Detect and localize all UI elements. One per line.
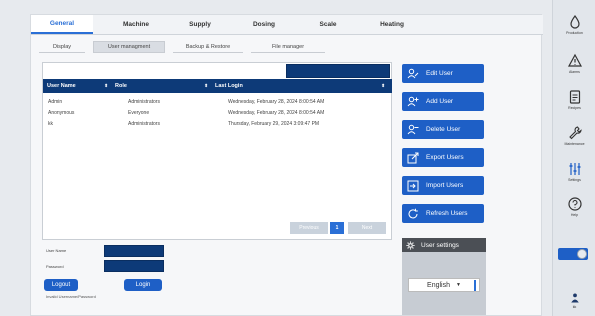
table-pager: Previous 1 Next (290, 222, 386, 234)
add-user-label: Add User (426, 98, 454, 105)
header-role[interactable]: Role ⬍ (115, 79, 215, 93)
sidebar-item-maintenance[interactable]: Maintenance (553, 125, 595, 146)
subtab-user-management[interactable]: User managment (93, 41, 165, 53)
export-users-label: Export Users (426, 154, 464, 161)
tab-general[interactable]: General (31, 15, 93, 34)
refresh-icon (406, 207, 420, 220)
user-settings-panel: User settings English ▼ (402, 238, 486, 315)
password-input[interactable] (104, 260, 164, 272)
cell-last-login: Wednesday, February 28, 2024 8:00:54 AM (228, 109, 325, 116)
cell-last-login: Thursday, February 29, 2024 3:09:47 PM (228, 120, 320, 127)
warning-icon (567, 53, 582, 67)
language-value: English (427, 281, 450, 289)
table-header: User Name ⬍ Role ⬍ Last Login ⬍ (43, 79, 392, 93)
language-select[interactable]: English ▼ (408, 278, 480, 292)
table-row[interactable]: Admin Administrators Wednesday, February… (43, 96, 392, 107)
export-icon (406, 151, 420, 164)
subtab-file-manager[interactable]: File manager (251, 41, 325, 53)
add-user-button[interactable]: Add User (402, 92, 484, 111)
cell-user: Anonymous (48, 109, 75, 116)
sidebar-item-settings[interactable]: Settings (553, 161, 595, 182)
help-icon (567, 197, 582, 211)
sub-tab-bar: Display User managment Backup & Restore … (39, 41, 333, 53)
toggle-knob (577, 249, 587, 259)
select-indicator (474, 280, 476, 291)
sidebar-label: Recipes (568, 106, 581, 110)
tab-machine[interactable]: Machine (105, 15, 167, 34)
page-number-button[interactable]: 1 (330, 222, 344, 234)
refresh-users-label: Refresh Users (426, 210, 468, 217)
main-tab-bar: General Machine Supply Dosing Scale Heat… (31, 15, 543, 35)
sidebar-label: Help (570, 213, 579, 217)
delete-user-button[interactable]: Delete User (402, 120, 484, 139)
cell-role: Administrators (128, 98, 160, 105)
edit-user-icon (406, 67, 420, 80)
tab-dosing[interactable]: Dosing (233, 15, 295, 34)
sort-icon: ⬍ (381, 83, 385, 88)
user-settings-title: User settings (421, 241, 459, 249)
sidebar-label: kk (572, 305, 577, 309)
cell-user: kk (48, 120, 53, 127)
delete-user-icon (406, 123, 420, 136)
user-settings-header: User settings (402, 238, 486, 252)
gear-icon (406, 240, 415, 250)
table-body: Admin Administrators Wednesday, February… (43, 96, 392, 129)
header-last-login[interactable]: Last Login ⬍ (215, 79, 392, 93)
cell-user: Admin (48, 98, 63, 105)
subtab-display[interactable]: Display (39, 41, 85, 53)
next-page-button[interactable]: Next (348, 222, 386, 234)
user-actions: Edit User Add User Delete User Export Us… (402, 64, 484, 232)
edit-user-label: Edit User (426, 70, 453, 77)
sidebar-label: Settings (568, 178, 581, 182)
sort-icon: ⬍ (204, 83, 208, 88)
sliders-icon (569, 163, 580, 175)
chevron-down-icon: ▼ (456, 282, 461, 288)
sidebar-item-production[interactable]: Production (553, 14, 595, 35)
user-name-label: User Name (46, 248, 67, 253)
sidebar-item-user[interactable]: kk (553, 292, 595, 309)
delete-user-label: Delete User (426, 126, 461, 133)
sidebar-item-alarms[interactable]: Alarms (553, 53, 595, 74)
user-icon (570, 293, 579, 303)
tab-supply[interactable]: Supply (169, 15, 231, 34)
sidebar-label: Maintenance (564, 142, 585, 146)
tab-scale[interactable]: Scale (297, 15, 359, 34)
import-users-label: Import Users (426, 182, 464, 189)
table-row[interactable]: kk Administrators Thursday, February 29,… (43, 118, 392, 129)
cell-last-login: Wednesday, February 28, 2024 8:00:54 AM (228, 98, 325, 105)
login-button[interactable]: Login (124, 279, 162, 291)
import-icon (406, 179, 420, 192)
add-user-icon (406, 95, 420, 108)
sidebar-item-help[interactable]: Help (553, 196, 595, 217)
login-error-text: Invalid Username/Password (46, 294, 96, 299)
previous-page-button[interactable]: Previous (290, 222, 328, 234)
refresh-users-button[interactable]: Refresh Users (402, 204, 484, 223)
header-user-name[interactable]: User Name ⬍ (43, 79, 115, 93)
drop-icon (569, 14, 580, 29)
sidebar-item-recipes[interactable]: Recipes (553, 89, 595, 110)
cell-role: Administrators (128, 120, 160, 127)
cell-role: Everyone (128, 109, 150, 116)
sidebar-label: Production (566, 31, 583, 35)
sort-icon: ⬍ (104, 83, 108, 88)
import-users-button[interactable]: Import Users (402, 176, 484, 195)
logout-button[interactable]: Logout (44, 279, 78, 291)
sidebar-label: Alarms (569, 70, 580, 74)
mode-toggle[interactable] (558, 248, 588, 260)
wrench-icon (568, 126, 582, 140)
right-sidebar: Production Alarms Recipes Maintenance Se… (552, 0, 595, 316)
subtab-backup-restore[interactable]: Backup & Restore (173, 41, 243, 53)
table-row[interactable]: Anonymous Everyone Wednesday, February 2… (43, 107, 392, 118)
tab-heating[interactable]: Heating (361, 15, 423, 34)
export-users-button[interactable]: Export Users (402, 148, 484, 167)
table-filter-input[interactable] (286, 64, 390, 78)
user-name-input[interactable] (104, 245, 164, 257)
password-label: Password (46, 264, 64, 269)
edit-user-button[interactable]: Edit User (402, 64, 484, 83)
document-icon (569, 90, 580, 104)
